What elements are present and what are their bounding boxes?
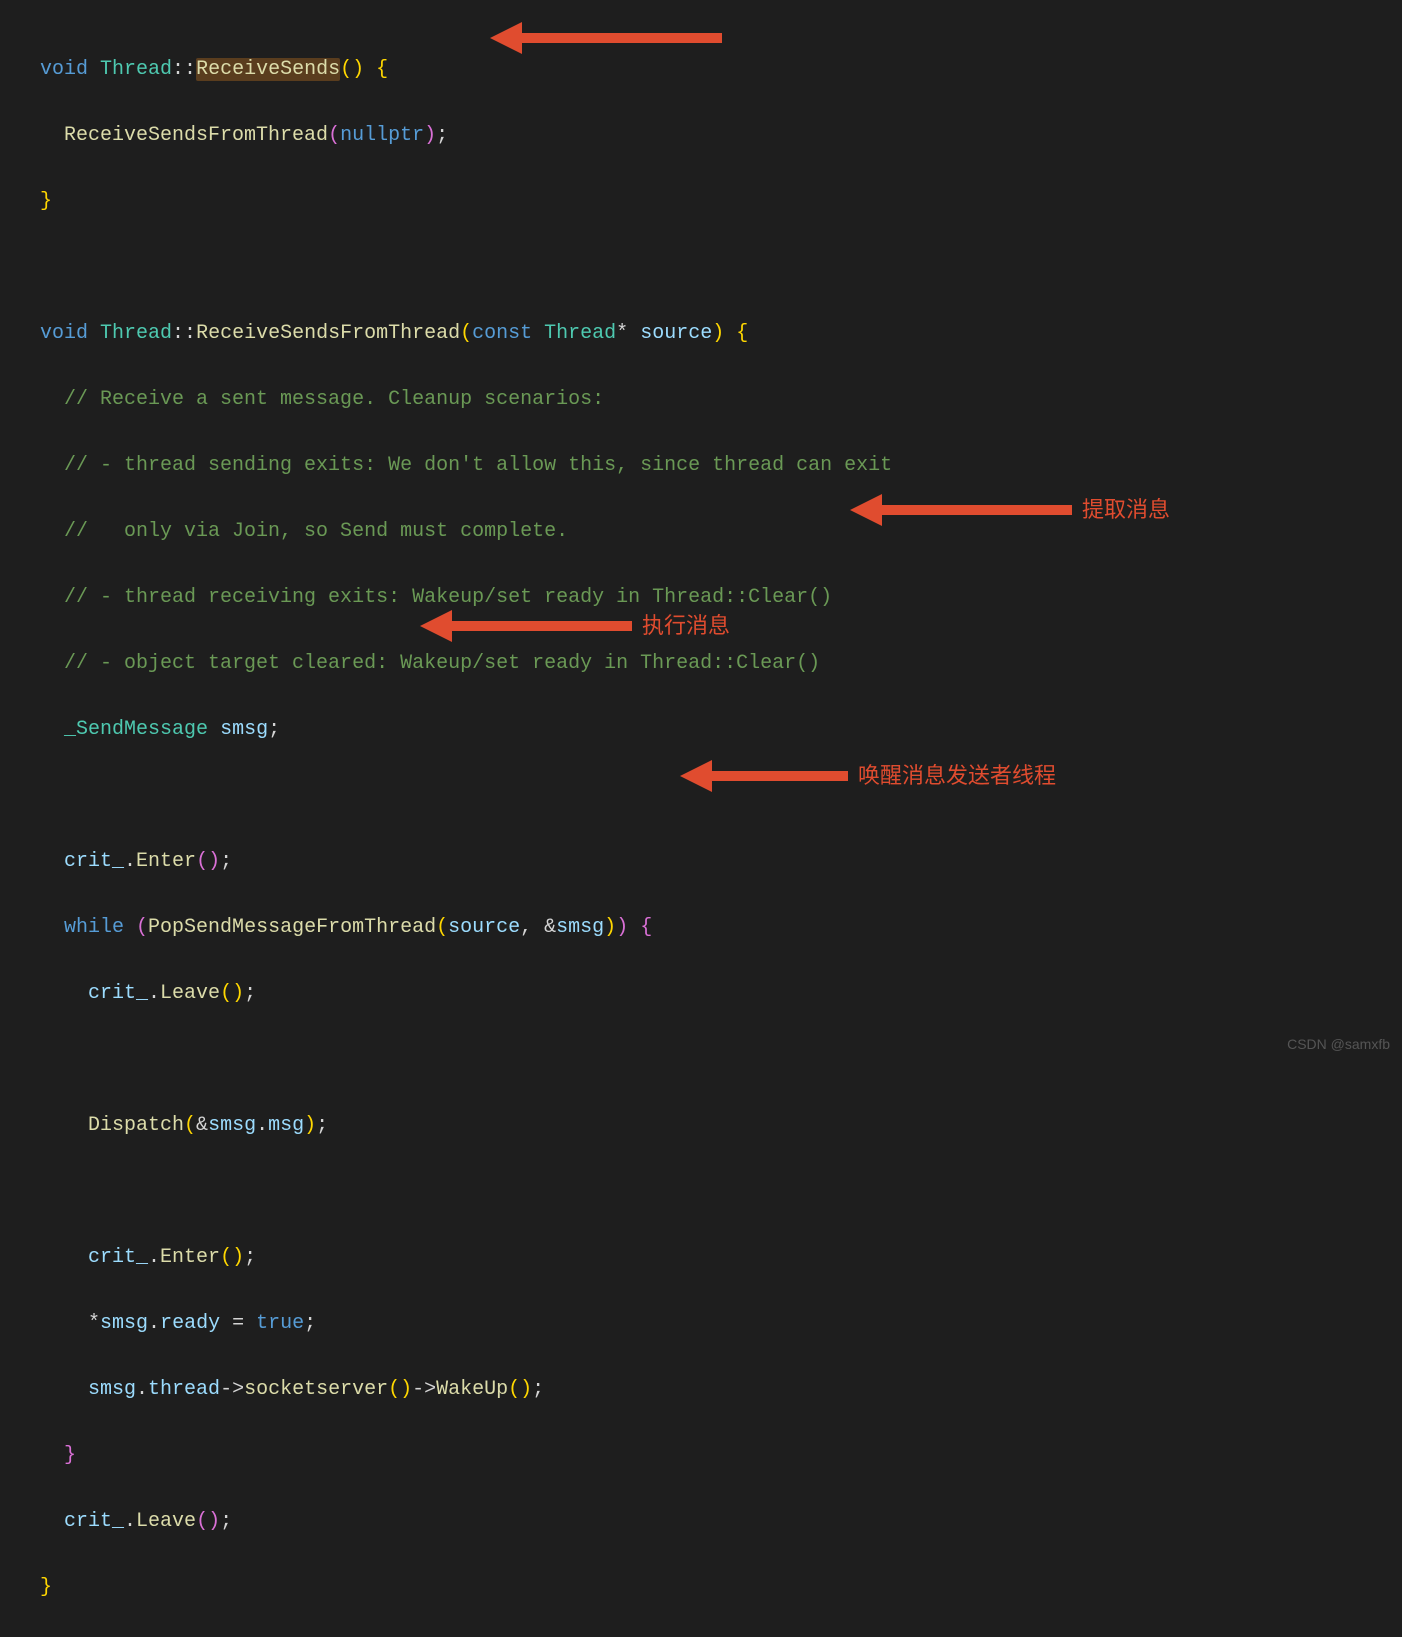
code-line: crit_.Leave(); xyxy=(40,977,1402,1010)
annotation-arrow-4: 唤醒消息发送者线程 xyxy=(680,758,1056,794)
code-line: crit_.Enter(); xyxy=(40,845,1402,878)
code-line: *smsg.ready = true; xyxy=(40,1307,1402,1340)
code-line: } xyxy=(40,185,1402,218)
code-line: void Thread::ReceiveSends() { xyxy=(40,53,1402,86)
annotation-label: 执行消息 xyxy=(642,608,730,644)
code-line xyxy=(40,1043,1402,1076)
code-line: void Thread::ReceiveSendsFromThread(cons… xyxy=(40,317,1402,350)
code-line: // - object target cleared: Wakeup/set r… xyxy=(40,647,1402,680)
code-line: Dispatch(&smsg.msg); xyxy=(40,1109,1402,1142)
code-line xyxy=(40,1175,1402,1208)
annotation-arrow-1 xyxy=(490,22,732,54)
code-line: // only via Join, so Send must complete. xyxy=(40,515,1402,548)
code-editor: void Thread::ReceiveSends() { ReceiveSen… xyxy=(0,0,1402,1637)
annotation-arrow-3: 执行消息 xyxy=(420,608,730,644)
code-line: ReceiveSendsFromThread(nullptr); xyxy=(40,119,1402,152)
annotation-arrow-2: 提取消息 xyxy=(850,492,1170,528)
arrow-head-icon xyxy=(420,610,452,642)
annotation-label: 唤醒消息发送者线程 xyxy=(858,758,1056,794)
code-line: } xyxy=(40,1439,1402,1472)
code-line: // Receive a sent message. Cleanup scena… xyxy=(40,383,1402,416)
annotation-label: 提取消息 xyxy=(1082,492,1170,528)
arrow-head-icon xyxy=(490,22,522,54)
watermark-text: CSDN @samxfb xyxy=(1287,1033,1390,1056)
code-line: while (PopSendMessageFromThread(source, … xyxy=(40,911,1402,944)
code-line: crit_.Leave(); xyxy=(40,1505,1402,1538)
code-line: smsg.thread->socketserver()->WakeUp(); xyxy=(40,1373,1402,1406)
arrow-head-icon xyxy=(680,760,712,792)
code-line: _SendMessage smsg; xyxy=(40,713,1402,746)
code-line xyxy=(40,251,1402,284)
code-line: // - thread sending exits: We don't allo… xyxy=(40,449,1402,482)
code-line: crit_.Enter(); xyxy=(40,1241,1402,1274)
arrow-head-icon xyxy=(850,494,882,526)
code-line: } xyxy=(40,1571,1402,1604)
